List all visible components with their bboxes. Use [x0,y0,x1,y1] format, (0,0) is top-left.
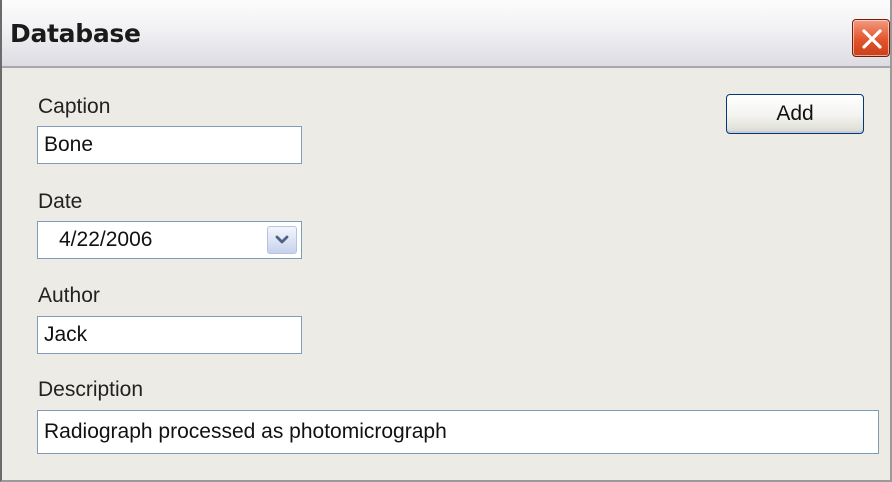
close-button[interactable] [852,19,890,57]
date-label: Date [38,190,83,213]
author-field[interactable]: Jack [37,316,302,354]
date-picker[interactable]: 4/22/2006 [37,221,302,259]
description-label: Description [38,378,144,401]
description-field[interactable]: Radiograph processed as photomicrograph [37,410,879,454]
title-bar[interactable]: Database [2,0,890,68]
caption-label: Caption [38,95,111,118]
caption-field[interactable]: Bone [37,126,302,164]
database-dialog: Database Caption Bone Date 4/22/2006 Aut… [0,0,892,482]
author-label: Author [38,284,100,307]
add-button[interactable]: Add [726,94,864,134]
date-dropdown-button[interactable] [267,226,297,254]
window-title: Database [10,19,141,48]
date-value: 4/22/2006 [59,228,153,251]
